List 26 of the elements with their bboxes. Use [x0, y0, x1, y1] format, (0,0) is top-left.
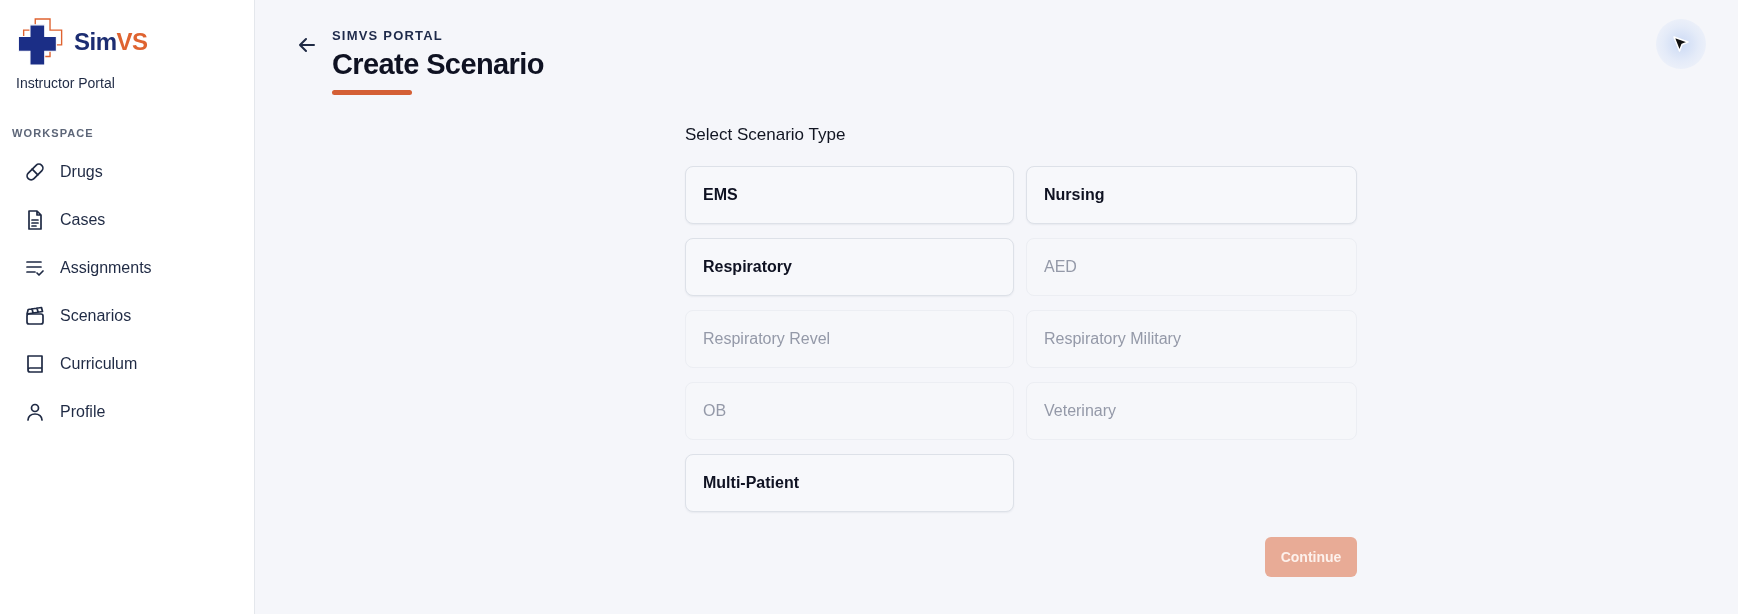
scenario-option[interactable]: Multi-Patient: [685, 454, 1014, 512]
scenario-option[interactable]: Respiratory: [685, 238, 1014, 296]
section-heading: Select Scenario Type: [685, 125, 846, 145]
scenario-option[interactable]: EMS: [685, 166, 1014, 224]
back-arrow-icon: [299, 37, 315, 53]
document-icon: [25, 210, 45, 230]
page-eyebrow: SIMVS PORTAL: [332, 28, 443, 44]
clapperboard-icon: [25, 306, 45, 326]
book-icon: [25, 354, 45, 374]
scenario-option[interactable]: Nursing: [1026, 166, 1357, 224]
nav-item[interactable]: Scenarios: [12, 296, 242, 336]
page-title: Create Scenario: [332, 49, 544, 79]
cursor-icon: [1656, 19, 1706, 69]
cross-logo-icon: [16, 18, 64, 66]
nav-item[interactable]: Cases: [12, 200, 242, 240]
section-label: WORKSPACE: [12, 126, 94, 140]
nav-item[interactable]: Drugs: [12, 152, 242, 192]
portal-subtitle: Instructor Portal: [16, 74, 115, 92]
pill-icon: [25, 162, 45, 182]
nav-item[interactable]: Assignments: [12, 248, 242, 288]
brand-name: SimVS: [74, 30, 148, 54]
back-button[interactable]: [299, 37, 315, 53]
nav-item[interactable]: Curriculum: [12, 344, 242, 384]
nav-item[interactable]: Profile: [12, 392, 242, 432]
checklist-icon: [25, 258, 45, 278]
person-icon: [25, 402, 45, 422]
